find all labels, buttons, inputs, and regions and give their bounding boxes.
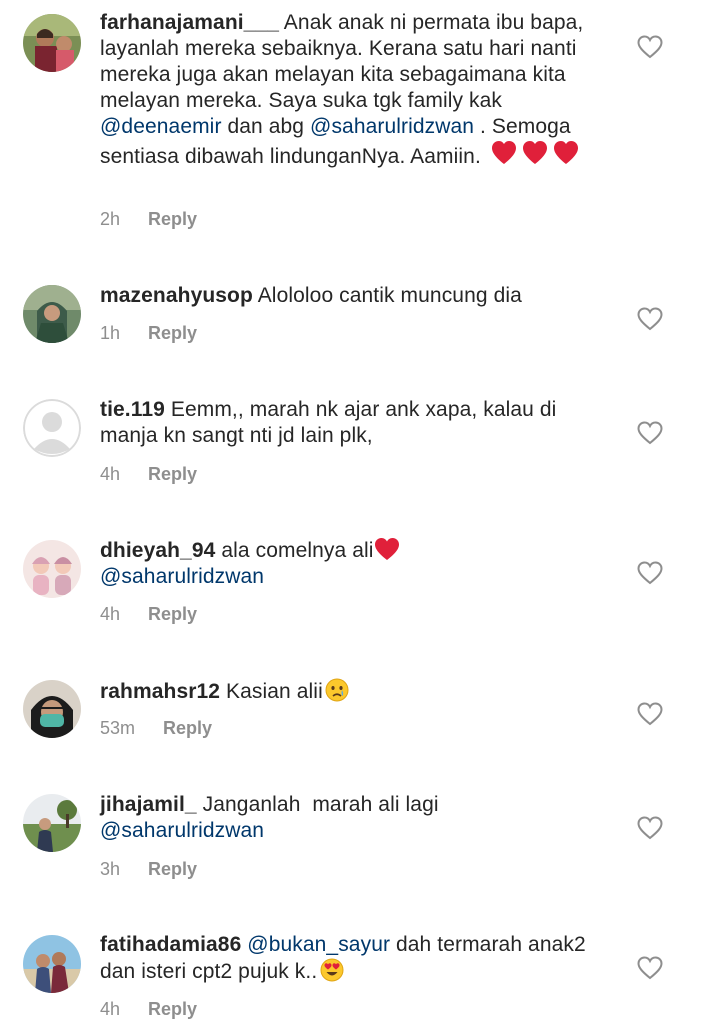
comment-text: rahmahsr12 Kasian alii (100, 678, 600, 705)
comment-text: fatihadamia86 @bukan_sayur dah termarah … (100, 932, 600, 985)
default-avatar (23, 399, 81, 457)
comment-time: 4h (100, 464, 121, 484)
photo-avatar-family (23, 14, 81, 72)
red-heart-emoji (374, 538, 399, 560)
comment-body: Eemm,, marah nk ajar ank xapa, kalau di … (100, 398, 557, 447)
heart-outline-icon (637, 307, 663, 331)
crying-face-emoji (325, 678, 349, 702)
comment-body: Janganlah marah ali lagi (196, 793, 439, 816)
comment-username[interactable]: jihajamil_ (100, 793, 197, 816)
like-button[interactable] (637, 816, 663, 840)
photo-avatar-masked (23, 680, 81, 738)
avatar[interactable] (23, 935, 81, 993)
mention-link[interactable]: @saharulridzwan (100, 819, 264, 842)
comment-username[interactable]: dhieyah_94 (100, 539, 215, 562)
comment-text: tie.119 Eemm,, marah nk ajar ank xapa, k… (100, 397, 600, 449)
comment-body: Kasian alii (220, 680, 323, 703)
comment-text: mazenahyusop Alololoo cantik muncung dia (100, 283, 600, 309)
comment-time: 4h (100, 604, 121, 624)
comment-meta: 1h Reply (100, 323, 197, 344)
avatar[interactable] (23, 680, 81, 738)
comment-meta: 4h Reply (100, 464, 197, 485)
comment-text: jihajamil_ Janganlah marah ali lagi @sah… (100, 792, 600, 844)
comment-body: dan abg (221, 115, 311, 138)
avatar[interactable] (23, 399, 81, 457)
comment-meta: 3h Reply (100, 859, 197, 880)
comment-meta: 2h Reply (100, 209, 197, 230)
mention-link[interactable]: @bukan_sayur (247, 933, 390, 956)
comment-time: 1h (100, 323, 121, 343)
like-button[interactable] (637, 956, 663, 980)
comment-text: dhieyah_94 ala comelnya ali @saharulridz… (100, 537, 600, 590)
like-button[interactable] (637, 702, 663, 726)
mention-link[interactable]: @deenaemir (100, 115, 222, 138)
comment-time: 53m (100, 718, 136, 738)
comment-time: 3h (100, 859, 121, 879)
reply-button[interactable]: Reply (148, 464, 197, 484)
comment-meta: 53m Reply (100, 718, 212, 739)
comment-text: farhanajamani___ Anak anak ni permata ib… (100, 10, 600, 173)
heart-outline-icon (637, 561, 663, 585)
heart-outline-icon (637, 35, 663, 59)
comment-username[interactable]: mazenahyusop (100, 284, 253, 307)
comment-username[interactable]: farhanajamani___ (100, 11, 279, 34)
comment-username[interactable]: tie.119 (100, 398, 165, 421)
like-button[interactable] (637, 35, 663, 59)
avatar[interactable] (23, 285, 81, 343)
reply-button[interactable]: Reply (148, 209, 197, 229)
reply-button[interactable]: Reply (148, 999, 197, 1019)
photo-avatar-beach (23, 935, 81, 993)
reply-button[interactable]: Reply (163, 718, 212, 738)
illustrated-avatar (23, 540, 81, 598)
comment-meta: 4h Reply (100, 604, 197, 625)
comment-time: 2h (100, 209, 121, 229)
avatar[interactable] (23, 794, 81, 852)
red-heart-emoji-group (491, 140, 579, 173)
comment-time: 4h (100, 999, 121, 1019)
reply-button[interactable]: Reply (148, 859, 197, 879)
comment-username[interactable]: rahmahsr12 (100, 680, 220, 703)
like-button[interactable] (637, 561, 663, 585)
mention-link[interactable]: @saharulridzwan (310, 115, 474, 138)
mention-link[interactable]: @saharulridzwan (100, 565, 264, 588)
heart-outline-icon (637, 956, 663, 980)
photo-avatar-woman-hijab (23, 285, 81, 343)
avatar[interactable] (23, 14, 81, 72)
comment-body: Alololoo cantik muncung dia (252, 284, 522, 307)
reply-button[interactable]: Reply (148, 323, 197, 343)
reply-button[interactable]: Reply (148, 604, 197, 624)
heart-outline-icon (637, 702, 663, 726)
comment-body: ala comelnya ali (215, 539, 374, 562)
heart-eyes-face-emoji (320, 958, 344, 982)
heart-outline-icon (637, 816, 663, 840)
comment-username[interactable]: fatihadamia86 (100, 933, 241, 956)
like-button[interactable] (637, 421, 663, 445)
heart-outline-icon (637, 421, 663, 445)
photo-avatar-outdoor (23, 794, 81, 852)
comment-meta: 4h Reply (100, 999, 197, 1020)
like-button[interactable] (637, 307, 663, 331)
avatar[interactable] (23, 540, 81, 598)
